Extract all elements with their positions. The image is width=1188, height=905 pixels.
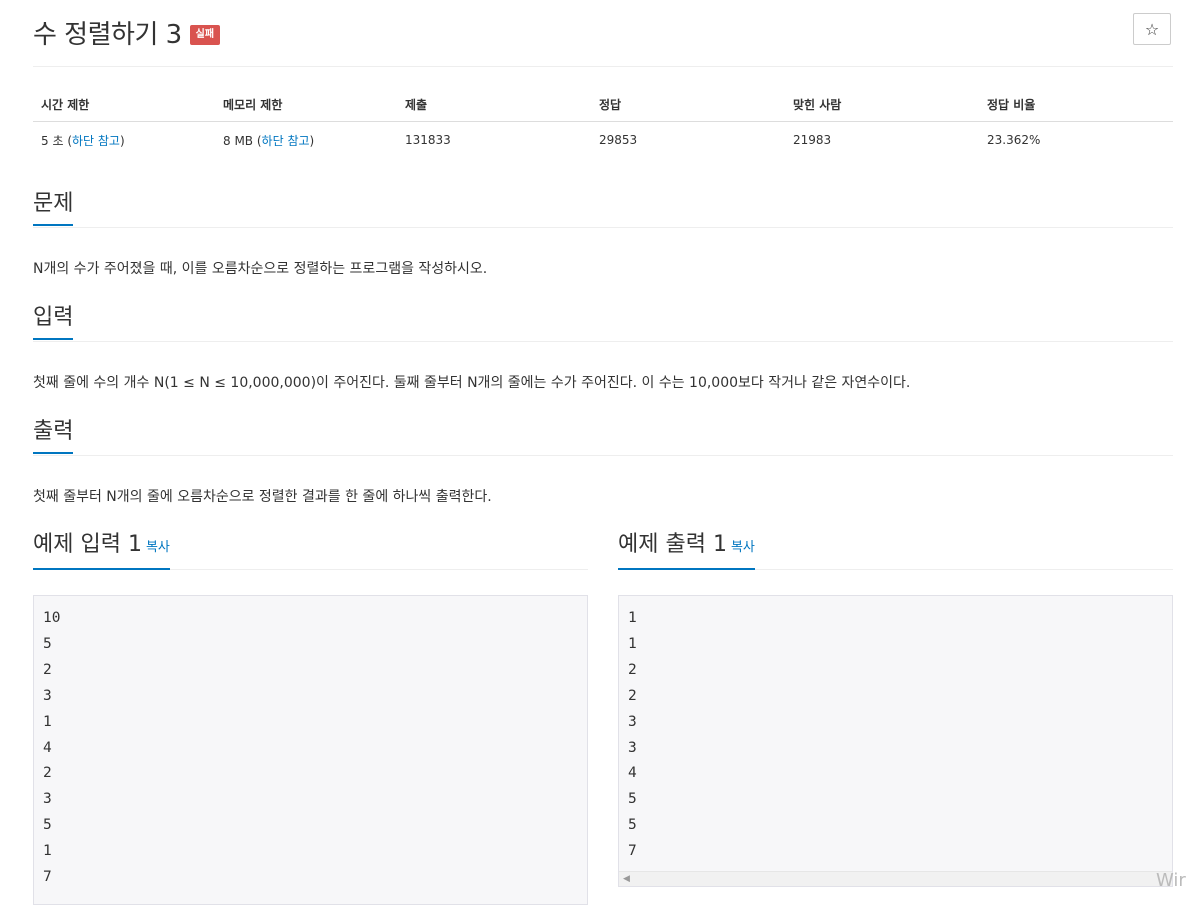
activation-watermark: Wir — [1156, 870, 1186, 891]
output-heading: 출력 — [33, 418, 74, 454]
output-headline: 출력 — [33, 418, 1173, 456]
sample-input-heading: 예제 입력 1 복사 — [33, 531, 170, 570]
sample-output-panel: 예제 출력 1 복사 1 1 2 2 3 3 4 5 5 7 ◀ — [618, 531, 1173, 894]
sample-output-box: 1 1 2 2 3 3 4 5 5 7 ◀ — [618, 595, 1173, 887]
header-time-limit: 시간 제한 — [33, 87, 215, 122]
header-ratio: 정답 비율 — [979, 87, 1173, 122]
description-headline: 문제 — [33, 190, 1173, 228]
sample-input-copy-button[interactable]: 복사 — [146, 540, 170, 555]
title-divider — [33, 66, 1173, 67]
sample-input-panel: 예제 입력 1 복사 10 5 2 3 1 4 2 3 5 1 7 — [33, 531, 588, 905]
header-accepted: 정답 — [591, 87, 785, 122]
submissions-value: 131833 — [405, 133, 451, 147]
problem-title-row: 수 정렬하기 3 실패 — [33, 12, 221, 52]
memory-limit-note-link[interactable]: 하단 참고 — [262, 134, 310, 148]
info-header-row: 시간 제한 메모리 제한 제출 정답 맞힌 사람 정답 비율 — [33, 87, 1173, 122]
paren-close: ) — [309, 133, 315, 148]
horizontal-scrollbar[interactable]: ◀ — [619, 871, 1172, 886]
scroll-left-arrow-icon[interactable]: ◀ — [623, 874, 630, 884]
paren-close: ) — [119, 133, 125, 148]
description-heading: 문제 — [33, 190, 74, 226]
description-text: N개의 수가 주어졌을 때, 이를 오름차순으로 정렬하는 프로그램을 작성하시… — [33, 261, 488, 277]
sample-input-title: 예제 입력 1 — [33, 532, 142, 557]
star-icon: ☆ — [1144, 19, 1160, 39]
time-limit-value: 5 초 — [41, 133, 68, 148]
favorite-button[interactable]: ☆ — [1133, 13, 1171, 45]
input-heading: 입력 — [33, 304, 74, 340]
sample-output-title: 예제 출력 1 — [618, 532, 727, 557]
output-rule — [33, 455, 1173, 456]
output-text: 첫째 줄부터 N개의 줄에 오름차순으로 정렬한 결과를 한 줄에 하나씩 출력… — [33, 489, 492, 505]
solvers-value: 21983 — [793, 133, 832, 147]
sample-output-code[interactable]: 1 1 2 2 3 3 4 5 5 7 — [618, 595, 1173, 887]
header-memory-limit: 메모리 제한 — [215, 87, 397, 122]
input-text: 첫째 줄에 수의 개수 N(1 ≤ N ≤ 10,000,000)이 주어진다.… — [33, 375, 911, 391]
sample-input-code[interactable]: 10 5 2 3 1 4 2 3 5 1 7 — [33, 595, 588, 905]
memory-limit-cell: 8 MB (하단 참고) — [215, 122, 397, 159]
description-rule — [33, 227, 1173, 228]
time-limit-note-link[interactable]: 하단 참고 — [72, 134, 120, 148]
input-headline: 입력 — [33, 304, 1173, 342]
ratio-value: 23.362% — [987, 133, 1041, 147]
input-rule — [33, 341, 1173, 342]
sample-input-headline: 예제 입력 1 복사 — [33, 531, 588, 571]
sample-output-copy-button[interactable]: 복사 — [731, 540, 755, 555]
accepted-value: 29853 — [599, 133, 638, 147]
sample-output-headline: 예제 출력 1 복사 — [618, 531, 1173, 571]
result-badge[interactable]: 실패 — [189, 25, 221, 45]
memory-limit-value: 8 MB — [223, 133, 257, 148]
time-limit-cell: 5 초 (하단 참고) — [33, 122, 215, 159]
problem-title: 수 정렬하기 3 — [33, 19, 182, 50]
header-submissions: 제출 — [397, 87, 591, 122]
header-solvers: 맞힌 사람 — [785, 87, 979, 122]
problem-info-table: 시간 제한 메모리 제한 제출 정답 맞힌 사람 정답 비율 5 초 (하단 참… — [33, 87, 1173, 158]
sample-output-heading: 예제 출력 1 복사 — [618, 531, 755, 570]
info-value-row: 5 초 (하단 참고) 8 MB (하단 참고) 131833 29853 21… — [33, 122, 1173, 159]
